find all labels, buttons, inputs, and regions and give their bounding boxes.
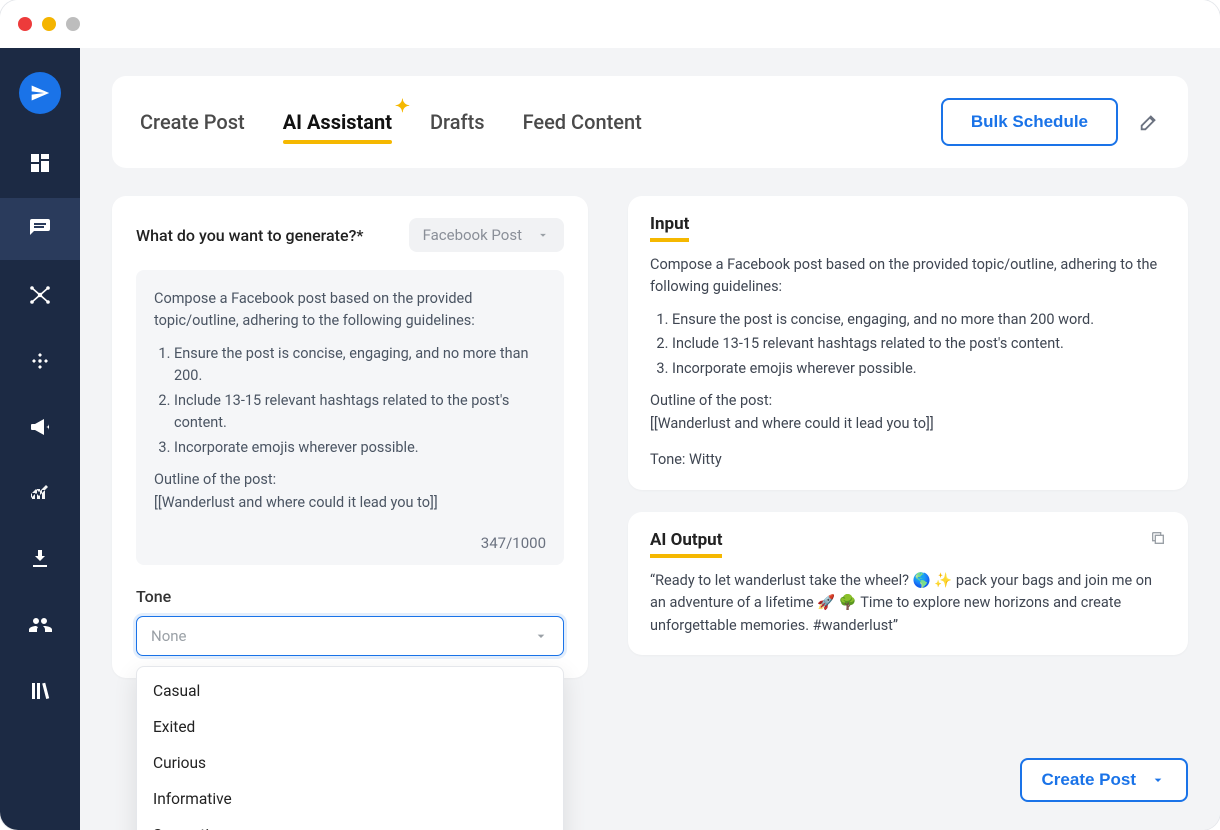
app-window: Create Post AI Assistant ✦ Drafts Feed C… bbox=[0, 0, 1220, 830]
sidebar bbox=[0, 48, 80, 830]
titlebar bbox=[0, 0, 1220, 48]
bulk-schedule-button[interactable]: Bulk Schedule bbox=[941, 98, 1118, 146]
input-tone-line: Tone: Witty bbox=[650, 449, 1166, 471]
edit-icon[interactable] bbox=[1138, 111, 1160, 133]
chevron-down-icon bbox=[536, 228, 550, 242]
prompt-list: Ensure the post is concise, engaging, an… bbox=[154, 343, 546, 459]
post-type-select[interactable]: Facebook Post bbox=[409, 218, 564, 252]
tone-option-curious[interactable]: Curious bbox=[137, 745, 563, 781]
output-heading: AI Output bbox=[650, 530, 722, 558]
create-post-button[interactable]: Create Post bbox=[1020, 758, 1188, 802]
chat-icon bbox=[28, 217, 52, 241]
chevron-down-icon bbox=[533, 628, 549, 644]
sidebar-item-inbox[interactable] bbox=[0, 528, 80, 590]
left-column: What do you want to generate?* Facebook … bbox=[112, 196, 588, 678]
columns: What do you want to generate?* Facebook … bbox=[112, 196, 1188, 678]
generator-panel: What do you want to generate?* Facebook … bbox=[112, 196, 588, 678]
sidebar-item-library[interactable] bbox=[0, 660, 80, 722]
tone-placeholder: None bbox=[151, 627, 187, 645]
megaphone-icon bbox=[28, 415, 52, 439]
tone-option-sarcastic[interactable]: Sarcastic bbox=[137, 817, 563, 830]
chevron-down-icon bbox=[1150, 772, 1166, 788]
inbox-download-icon bbox=[28, 547, 52, 571]
input-heading: Input bbox=[650, 214, 689, 242]
team-icon bbox=[28, 613, 52, 637]
input-item: Ensure the post is concise, engaging, an… bbox=[672, 309, 1166, 331]
maximize-window-icon[interactable] bbox=[66, 17, 80, 31]
tone-option-informative[interactable]: Informative bbox=[137, 781, 563, 817]
post-type-value: Facebook Post bbox=[423, 226, 522, 244]
generate-label: What do you want to generate?* bbox=[136, 226, 363, 245]
input-intro: Compose a Facebook post based on the pro… bbox=[650, 254, 1166, 299]
input-item: Include 13-15 relevant hashtags related … bbox=[672, 333, 1166, 355]
target-icon bbox=[28, 349, 52, 373]
sidebar-item-network[interactable] bbox=[0, 264, 80, 326]
tone-option-exited[interactable]: Exited bbox=[137, 709, 563, 745]
window-controls bbox=[18, 17, 80, 31]
output-text: “Ready to let wanderlust take the wheel?… bbox=[650, 570, 1166, 637]
input-outline-label: Outline of the post: bbox=[650, 390, 1166, 412]
top-card: Create Post AI Assistant ✦ Drafts Feed C… bbox=[112, 76, 1188, 168]
minimize-window-icon[interactable] bbox=[42, 17, 56, 31]
outline-value: [[Wanderlust and where could it lead you… bbox=[154, 492, 546, 514]
close-window-icon[interactable] bbox=[18, 17, 32, 31]
tab-ai-assistant[interactable]: AI Assistant ✦ bbox=[283, 110, 392, 134]
tab-feed-content[interactable]: Feed Content bbox=[523, 110, 642, 134]
tab-bar: Create Post AI Assistant ✦ Drafts Feed C… bbox=[140, 110, 642, 134]
grid-icon bbox=[28, 151, 52, 175]
outline-label: Outline of the post: bbox=[154, 469, 546, 491]
prompt-item: Incorporate emojis wherever possible. bbox=[174, 437, 546, 459]
tone-option-casual[interactable]: Casual bbox=[137, 673, 563, 709]
main-content: Create Post AI Assistant ✦ Drafts Feed C… bbox=[80, 48, 1220, 830]
input-list: Ensure the post is concise, engaging, an… bbox=[650, 309, 1166, 380]
app-logo[interactable] bbox=[0, 58, 80, 128]
tab-create-post[interactable]: Create Post bbox=[140, 110, 245, 134]
input-item: Incorporate emojis wherever possible. bbox=[672, 358, 1166, 380]
sidebar-item-posts[interactable] bbox=[0, 198, 80, 260]
sidebar-item-dashboard[interactable] bbox=[0, 132, 80, 194]
sidebar-item-campaigns[interactable] bbox=[0, 396, 80, 458]
tone-dropdown: Casual Exited Curious Informative Sarcas… bbox=[136, 666, 564, 830]
prompt-item: Include 13-15 relevant hashtags related … bbox=[174, 390, 546, 435]
network-icon bbox=[28, 283, 52, 307]
tone-label: Tone bbox=[136, 587, 564, 606]
prompt-textarea[interactable]: Compose a Facebook post based on the pro… bbox=[136, 270, 564, 565]
char-counter: 347/1000 bbox=[154, 532, 546, 555]
library-icon bbox=[28, 679, 52, 703]
input-outline-value: [[Wanderlust and where could it lead you… bbox=[650, 413, 1166, 435]
input-panel: Input Compose a Facebook post based on t… bbox=[628, 196, 1188, 490]
create-post-label: Create Post bbox=[1042, 770, 1136, 790]
right-column: Input Compose a Facebook post based on t… bbox=[628, 196, 1188, 655]
sidebar-item-analytics[interactable] bbox=[0, 462, 80, 524]
prompt-item: Ensure the post is concise, engaging, an… bbox=[174, 343, 546, 388]
copy-icon[interactable] bbox=[1150, 530, 1166, 546]
prompt-intro: Compose a Facebook post based on the pro… bbox=[154, 288, 546, 333]
sidebar-item-target[interactable] bbox=[0, 330, 80, 392]
tab-drafts[interactable]: Drafts bbox=[430, 110, 485, 134]
sparkle-icon: ✦ bbox=[395, 96, 410, 117]
top-actions: Bulk Schedule bbox=[941, 98, 1160, 146]
tone-select[interactable]: None bbox=[136, 616, 564, 656]
output-panel: AI Output “Ready to let wanderlust take … bbox=[628, 512, 1188, 655]
tab-label: AI Assistant bbox=[283, 110, 392, 134]
app-body: Create Post AI Assistant ✦ Drafts Feed C… bbox=[0, 48, 1220, 830]
analytics-icon bbox=[28, 481, 52, 505]
paper-plane-icon bbox=[30, 83, 50, 103]
sidebar-item-team[interactable] bbox=[0, 594, 80, 656]
